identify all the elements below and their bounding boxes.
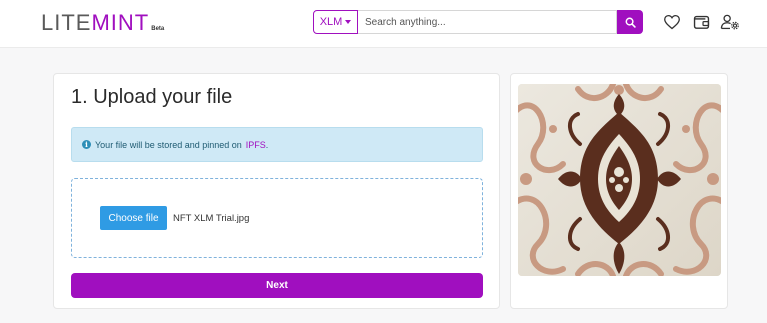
beta-badge: Beta bbox=[151, 26, 165, 32]
ipfs-link[interactable]: IPFS bbox=[246, 140, 266, 150]
choose-file-button[interactable]: Choose file bbox=[100, 206, 167, 230]
logo-mint-text: MINT bbox=[91, 10, 150, 35]
preview-card bbox=[510, 73, 728, 309]
favorites-button[interactable] bbox=[662, 12, 682, 32]
wallet-icon bbox=[693, 15, 709, 29]
info-text-end: . bbox=[265, 139, 269, 150]
search-input[interactable]: Search anything... bbox=[358, 10, 617, 34]
page-title: 1. Upload your file bbox=[71, 86, 233, 108]
currency-dropdown[interactable]: XLM bbox=[313, 10, 358, 34]
info-icon: i bbox=[82, 140, 91, 149]
caret-down-icon bbox=[345, 20, 352, 24]
search-icon bbox=[625, 17, 636, 28]
heart-icon bbox=[664, 14, 680, 30]
upload-card: 1. Upload your file i Your file will be … bbox=[53, 73, 500, 309]
wallet-button[interactable] bbox=[691, 12, 711, 32]
user-settings-icon bbox=[720, 14, 739, 30]
file-dropzone[interactable]: Choose file NFT XLM Trial.jpg bbox=[71, 178, 483, 258]
file-preview-image bbox=[518, 84, 721, 276]
navbar: LITE MINT Beta XLM Search anything... bbox=[0, 0, 767, 48]
currency-label: XLM bbox=[319, 16, 343, 28]
info-text: Your file will be stored and pinned on bbox=[95, 139, 242, 150]
selected-file-name: NFT XLM Trial.jpg bbox=[173, 213, 250, 224]
account-button[interactable] bbox=[720, 12, 740, 32]
ipfs-info-alert: i Your file will be stored and pinned on… bbox=[71, 127, 483, 162]
logo-lite-text: LITE bbox=[41, 10, 92, 35]
brand-logo[interactable]: LITE MINT Beta bbox=[41, 12, 164, 34]
search-button[interactable] bbox=[617, 10, 643, 34]
next-button[interactable]: Next bbox=[71, 273, 483, 298]
search-placeholder: Search anything... bbox=[365, 16, 446, 28]
